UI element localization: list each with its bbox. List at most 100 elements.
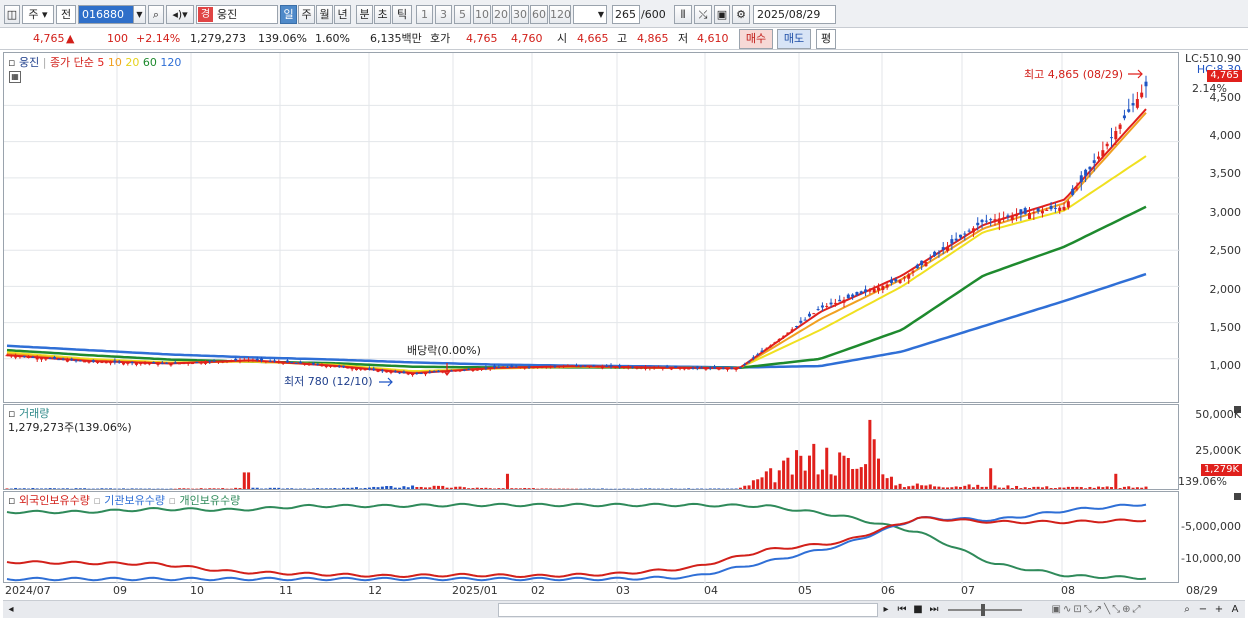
candle-body: [251, 359, 255, 361]
balance-button[interactable]: 평: [816, 29, 836, 49]
close-pane-icon[interactable]: [1234, 493, 1241, 500]
scroll-thumb[interactable]: [498, 603, 878, 617]
sell-button[interactable]: 매도: [777, 29, 811, 49]
buy-button[interactable]: 매수: [739, 29, 773, 49]
candle-body: [1109, 137, 1113, 139]
volume-bar: [807, 455, 811, 489]
candle-body: [398, 372, 402, 374]
count-input[interactable]: 265: [612, 5, 640, 24]
volume-bar: [583, 488, 587, 490]
candle-body: [864, 289, 868, 293]
volume-bar: [505, 473, 509, 489]
interval-120-button[interactable]: 120: [549, 5, 571, 24]
period-second-button[interactable]: 초: [374, 5, 391, 24]
gear-icon[interactable]: ⚙: [732, 5, 750, 24]
drawing-tools-icons[interactable]: ▣∿⊡⤡↗╲⤡⊕⤢: [1027, 603, 1167, 617]
speed-slider-handle[interactable]: [981, 604, 985, 616]
candle-body: [941, 247, 945, 250]
bid-price: 4,760: [511, 32, 543, 45]
candle-body: [294, 363, 298, 365]
period-tick-button[interactable]: 틱: [392, 5, 412, 24]
volume-bar: [393, 487, 397, 489]
scroll-right-icon[interactable]: ▸: [880, 603, 892, 617]
font-size-icon[interactable]: A: [1228, 603, 1242, 617]
holding-pane[interactable]: ▫ 외국인보유수량 ▫ 기관보유수량 ▫ 개인보유수량: [3, 491, 1179, 584]
volume-bar: [458, 486, 462, 489]
interval-20-button[interactable]: 20: [492, 5, 510, 24]
candle-body: [514, 366, 518, 368]
interval-custom-select[interactable]: ▼: [573, 5, 607, 24]
volume-bar: [587, 488, 591, 490]
volume-bar: [989, 468, 993, 489]
fast-forward-icon[interactable]: ⏭: [927, 603, 941, 617]
rewind-icon[interactable]: ⏮: [895, 603, 909, 617]
period-month-button[interactable]: 월: [316, 5, 333, 24]
stock-name-field[interactable]: 경 웅진: [196, 5, 278, 24]
candle-body: [104, 362, 108, 364]
volume-bar: [35, 488, 39, 489]
volume-bar: [27, 488, 31, 490]
candle-body: [462, 369, 466, 371]
interval-1-button[interactable]: 1: [416, 5, 433, 24]
volume-bar: [907, 486, 911, 489]
volume-bar: [661, 488, 665, 490]
candle-body: [1118, 124, 1122, 129]
candle-body: [216, 361, 220, 363]
volume-bar: [911, 485, 915, 489]
period-minute-button[interactable]: 분: [356, 5, 373, 24]
date-input[interactable]: 2025/08/29: [753, 5, 836, 24]
candle-body: [605, 365, 609, 367]
stock-code-input[interactable]: 016880: [78, 5, 138, 24]
volume-bar: [889, 476, 893, 489]
interval-30-button[interactable]: 30: [511, 5, 529, 24]
volume-bar: [462, 487, 466, 489]
stop-icon[interactable]: ■: [911, 603, 925, 617]
interval-3-button[interactable]: 3: [435, 5, 452, 24]
candle-type-icon[interactable]: ⫴: [674, 5, 692, 24]
volume-bar: [14, 487, 18, 489]
candle-body: [191, 362, 195, 365]
period-type-button[interactable]: 전: [56, 5, 76, 24]
volume-bar: [449, 487, 453, 489]
candle-body: [1002, 217, 1006, 219]
interval-10-button[interactable]: 10: [473, 5, 491, 24]
candle-body: [566, 366, 570, 368]
candle-body: [902, 277, 906, 279]
scroll-left-icon[interactable]: ◂: [5, 603, 17, 617]
speed-slider[interactable]: [948, 609, 1022, 611]
volume-bar: [380, 486, 384, 489]
period-week-button[interactable]: 주: [298, 5, 315, 24]
interval-5-button[interactable]: 5: [454, 5, 471, 24]
search-icon[interactable]: ⌕: [148, 5, 164, 24]
market-select[interactable]: 주 ▾: [22, 5, 54, 24]
price-pane[interactable]: ▫ 웅진 | 종가 단순 5 10 20 60 120 ▦ 최고 4,865 (…: [3, 52, 1180, 404]
volume-bar: [264, 488, 268, 489]
code-dropdown-icon[interactable]: ▼: [133, 5, 146, 24]
volume-bar: [937, 486, 941, 489]
candle-body: [238, 360, 242, 362]
calculator-icon[interactable]: ▦: [9, 71, 21, 83]
period-day-button[interactable]: 일: [280, 5, 297, 24]
volume-pane[interactable]: ▫ 거래량 1,279,273주(139.06%): [3, 404, 1179, 491]
volume-bar: [816, 474, 820, 489]
volume-bar: [1002, 487, 1006, 489]
volume-bar: [656, 488, 660, 490]
legend-institution: 기관보유수량: [104, 494, 166, 507]
sound-icon[interactable]: ◂)▾: [166, 5, 194, 24]
period-year-button[interactable]: 년: [334, 5, 351, 24]
zoom-in-icon[interactable]: +: [1212, 603, 1226, 617]
volume-bar: [566, 488, 570, 490]
candle-body: [531, 366, 535, 369]
save-icon[interactable]: ▣: [714, 5, 730, 24]
zoom-icon[interactable]: ⌕: [1180, 603, 1194, 617]
interval-60-button[interactable]: 60: [530, 5, 548, 24]
volume-bar: [268, 487, 272, 489]
candle-body: [423, 373, 427, 375]
chart-scrollbar[interactable]: ◂ ▸ ⏮ ■ ⏭ ▣∿⊡⤡↗╲⤡⊕⤢ ⌕ − + A: [3, 600, 1245, 618]
indicator-icon[interactable]: ⤯: [694, 5, 712, 24]
volume-bar: [78, 488, 82, 489]
window-menu-icon[interactable]: ◫: [4, 5, 20, 24]
price-y-axis: LC:510.90 HC:8.30 4,765 2.14% 4,500 4,00…: [1180, 52, 1245, 403]
volume-bar: [441, 485, 445, 489]
zoom-out-icon[interactable]: −: [1196, 603, 1210, 617]
